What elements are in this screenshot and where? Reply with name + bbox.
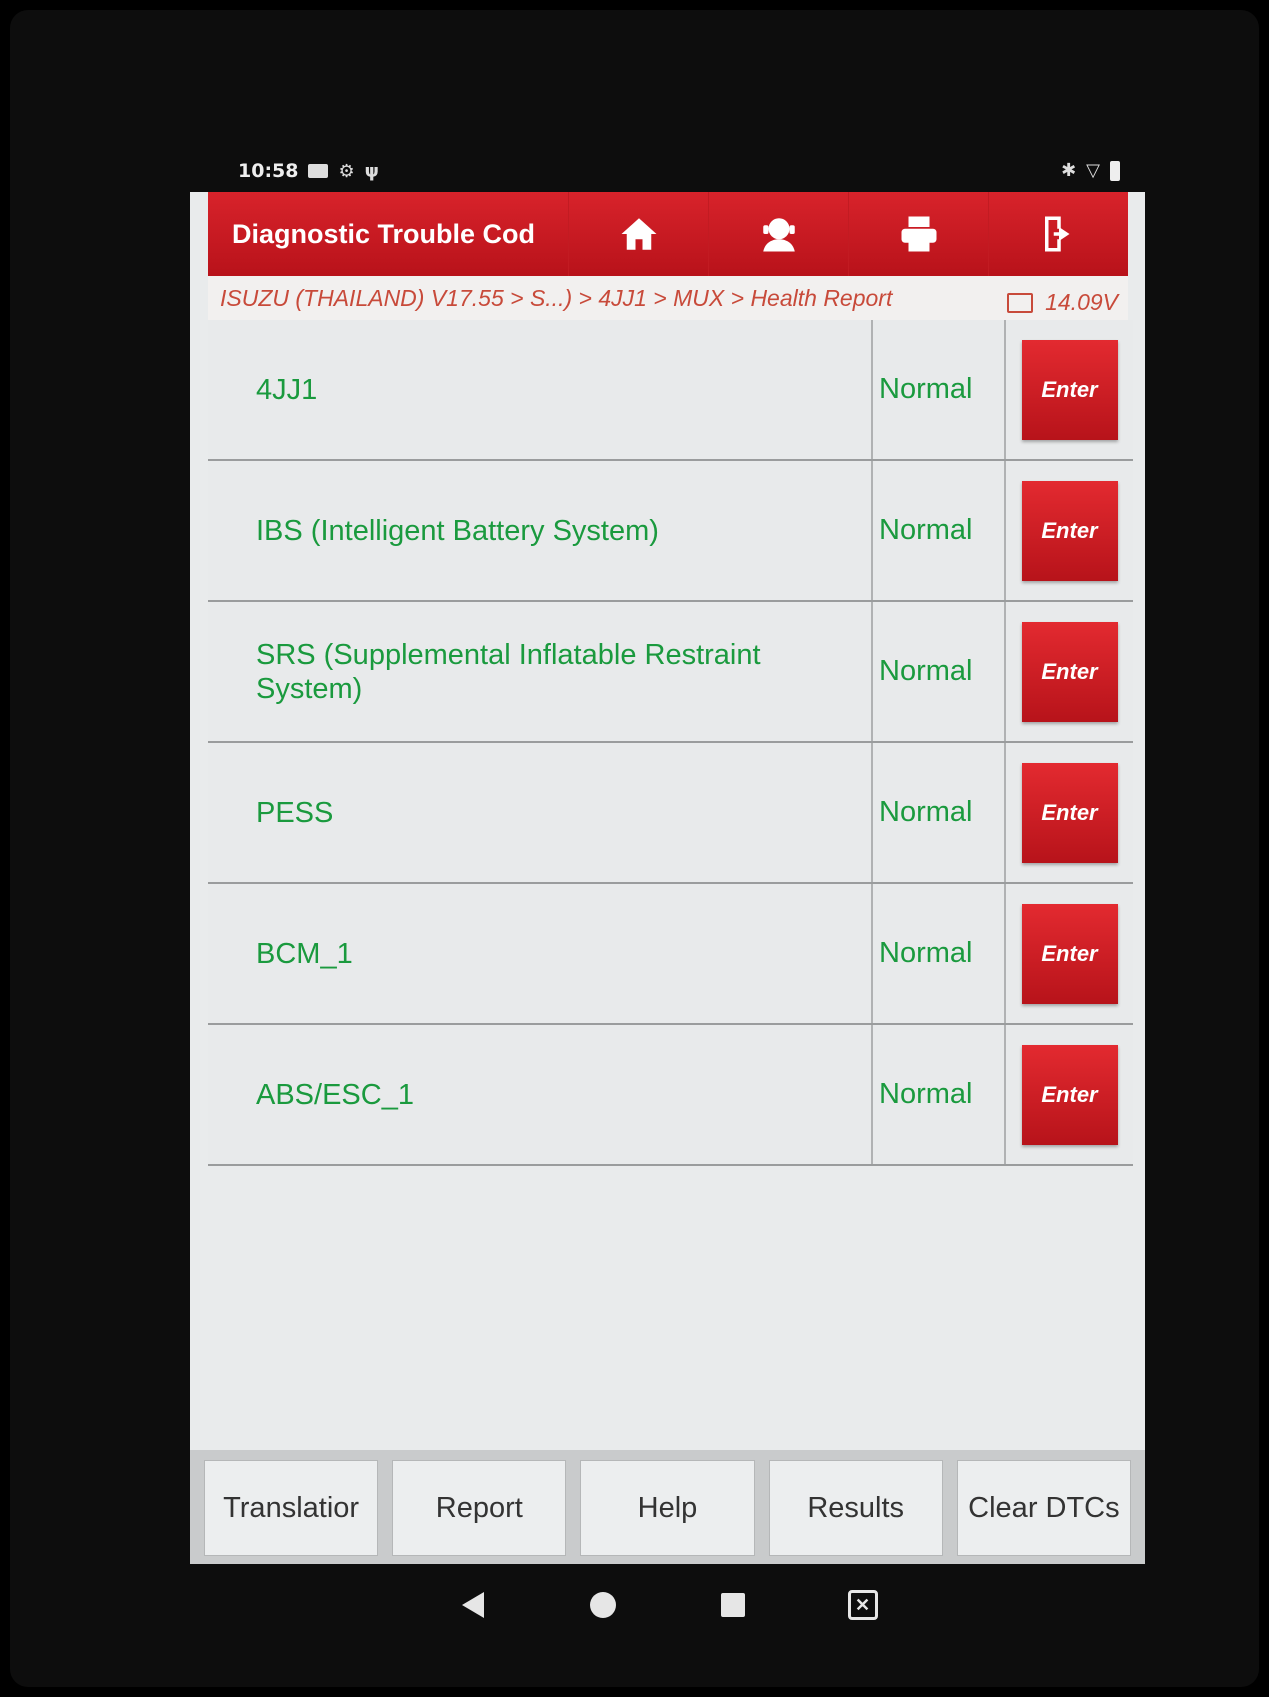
usb-icon: ψ <box>364 160 379 182</box>
system-name: BCM_1 <box>256 937 353 970</box>
android-nav-bar: ✕ <box>190 1570 1145 1640</box>
system-status: Normal <box>873 743 1006 882</box>
enter-button[interactable]: Enter <box>1021 903 1118 1004</box>
voltage-readout: 14.09V <box>1045 289 1118 315</box>
system-status: Normal <box>873 461 1006 600</box>
home-button[interactable] <box>568 192 708 276</box>
enter-button[interactable]: Enter <box>1021 339 1118 440</box>
report-button[interactable]: Report <box>392 1460 567 1556</box>
notification-icon <box>308 164 329 178</box>
nav-home-button[interactable] <box>583 1585 623 1625</box>
battery-icon <box>1110 160 1120 181</box>
car-battery-icon <box>1007 292 1034 313</box>
breadcrumb: ISUZU (THAILAND) V17.55 > S...) > 4JJ1 >… <box>208 276 1128 320</box>
page-title: Diagnostic Trouble Cod <box>232 219 536 249</box>
table-row: BCM_1 Normal Enter <box>208 884 1133 1025</box>
breadcrumb-path: ISUZU (THAILAND) V17.55 > S...) > 4JJ1 >… <box>220 285 893 311</box>
diagnostic-tool-icon: ✕ <box>847 1590 878 1620</box>
system-status: Normal <box>873 320 1006 459</box>
system-list: 4JJ1 Normal Enter IBS (Intelligent Batte… <box>208 320 1133 1166</box>
nav-tool-button[interactable]: ✕ <box>843 1585 883 1625</box>
support-icon <box>762 218 795 252</box>
app-header: Diagnostic Trouble Cod <box>208 192 1128 276</box>
table-row: 4JJ1 Normal Enter <box>208 320 1133 461</box>
back-icon <box>461 1592 484 1618</box>
bluetooth-icon: ✱ <box>1061 160 1077 181</box>
system-name: IBS (Intelligent Battery System) <box>256 514 659 547</box>
enter-button[interactable]: Enter <box>1021 1044 1118 1145</box>
status-time: 10:58 <box>238 160 299 182</box>
enter-button[interactable]: Enter <box>1021 762 1118 863</box>
table-row: IBS (Intelligent Battery System) Normal … <box>208 461 1133 602</box>
nav-recent-button[interactable] <box>713 1585 753 1625</box>
status-bar: 10:58 ⚙ ψ ✱ ▽ <box>210 150 1130 192</box>
help-button[interactable]: Help <box>580 1460 755 1556</box>
translation-button[interactable]: Translatior <box>204 1460 379 1556</box>
nav-back-button[interactable] <box>453 1585 493 1625</box>
table-row: ABS/ESC_1 Normal Enter <box>208 1025 1133 1166</box>
support-button[interactable] <box>708 192 848 276</box>
home-circle-icon <box>589 1592 616 1618</box>
wifi-icon: ▽ <box>1086 160 1100 181</box>
enter-button[interactable]: Enter <box>1021 480 1118 581</box>
app-screen: Diagnostic Trouble Cod ISUZU (THAILAND) … <box>190 192 1145 1564</box>
system-status: Normal <box>873 884 1006 1023</box>
table-row: SRS (Supplemental Inflatable Restraint S… <box>208 602 1133 743</box>
recent-apps-icon <box>720 1593 745 1617</box>
system-name: PESS <box>256 796 334 829</box>
exit-button[interactable] <box>988 192 1128 276</box>
settings-icon: ⚙ <box>338 160 355 182</box>
printer-icon <box>901 216 936 252</box>
home-icon <box>621 218 656 250</box>
exit-icon <box>1044 216 1069 252</box>
bottom-toolbar: Translatior Report Help Results Clear DT… <box>190 1450 1145 1564</box>
system-status: Normal <box>873 1025 1006 1164</box>
system-name: ABS/ESC_1 <box>256 1078 414 1111</box>
system-status: Normal <box>873 602 1006 741</box>
print-button[interactable] <box>848 192 988 276</box>
results-button[interactable]: Results <box>768 1460 943 1556</box>
system-name: SRS (Supplemental Inflatable Restraint S… <box>256 638 761 705</box>
system-name: 4JJ1 <box>256 373 318 406</box>
enter-button[interactable]: Enter <box>1021 621 1118 722</box>
table-row: PESS Normal Enter <box>208 743 1133 884</box>
clear-dtcs-button[interactable]: Clear DTCs <box>956 1460 1132 1556</box>
